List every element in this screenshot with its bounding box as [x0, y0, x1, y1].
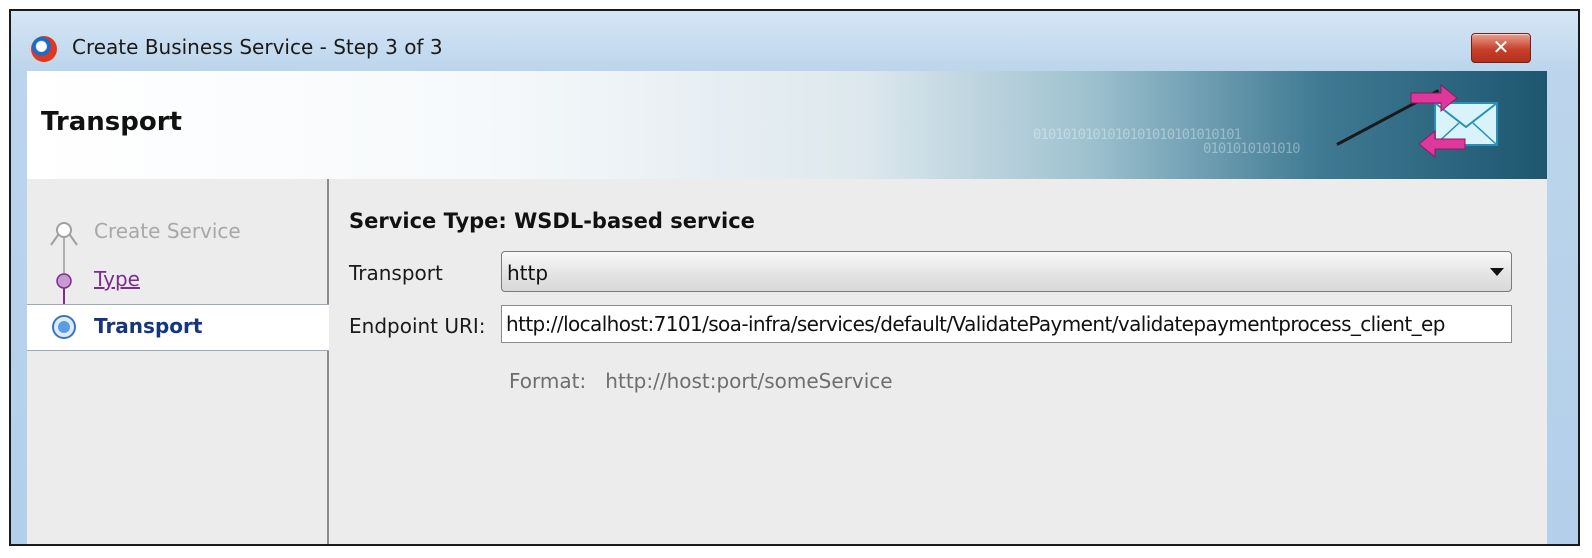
step-node-icon [56, 273, 72, 289]
format-hint: Format: http://host:port/someService [509, 369, 893, 393]
transport-select[interactable]: http [501, 251, 1512, 292]
step-label: Create Service [94, 219, 241, 243]
transport-select-value: http [507, 261, 549, 285]
format-label: Format: [509, 369, 587, 393]
close-button[interactable]: ✕ [1471, 33, 1531, 63]
page-title: Transport [41, 107, 182, 137]
create-business-service-dialog: Create Business Service - Step 3 of 3 ✕ … [11, 11, 1578, 544]
client-area: Transport 0101010101010101010101010101 0… [27, 71, 1547, 544]
header-banner: Transport 0101010101010101010101010101 0… [27, 71, 1547, 179]
step-label: Type [94, 267, 140, 291]
step-node-icon [50, 222, 78, 246]
chevron-down-icon[interactable] [1490, 268, 1504, 276]
app-icon [31, 36, 57, 62]
step-transport[interactable]: Transport [27, 304, 329, 351]
step-label: Transport [94, 314, 203, 338]
wizard-steps-panel: Create Service Type Transport [27, 179, 329, 544]
service-type-heading: Service Type: WSDL-based service [349, 209, 755, 233]
format-value: http://host:port/someService [605, 369, 893, 393]
window-title: Create Business Service - Step 3 of 3 [72, 35, 443, 59]
endpoint-uri-label: Endpoint URI: [349, 314, 486, 338]
envelope-transfer-icon [1410, 83, 1498, 159]
transport-label: Transport [349, 261, 443, 285]
step-node-icon [52, 315, 76, 339]
title-bar[interactable]: Create Business Service - Step 3 of 3 ✕ [11, 11, 1578, 71]
transport-form: Service Type: WSDL-based service Transpo… [329, 179, 1547, 544]
endpoint-uri-input[interactable] [501, 305, 1512, 343]
banner-binary-decoration: 0101010101010 [1203, 141, 1301, 157]
